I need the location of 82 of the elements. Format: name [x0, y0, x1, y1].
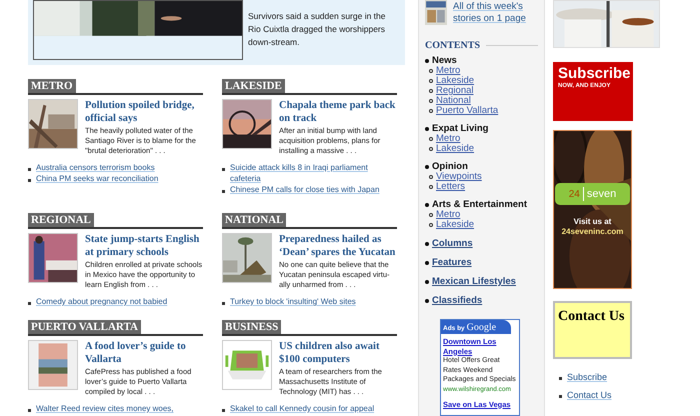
section-title: METRO	[28, 79, 76, 93]
contents-link[interactable]: Letters	[436, 182, 466, 192]
weekly-stories-link[interactable]: All of this week's stories on 1 page	[453, 1, 538, 25]
news-link[interactable]: Suicide attack kills 8 in Iraqi parliament cafeteria	[230, 162, 397, 184]
contents-link[interactable]: Classifieds	[432, 295, 482, 306]
bullet-icon	[429, 137, 433, 141]
news-link[interactable]: Comedy about pregnancy not babied	[36, 296, 168, 307]
bullet-icon	[429, 147, 433, 151]
bullet-icon	[429, 69, 433, 73]
bullet-icon	[429, 79, 433, 83]
section-title: REGIONAL	[28, 213, 94, 227]
contents-link[interactable]: National	[436, 96, 471, 106]
story-headline[interactable]: Preparedness hailed as ‘Dean’ spares the Yucatan	[279, 233, 397, 259]
bullet-icon	[425, 164, 429, 168]
story-headline[interactable]: State jump-starts English at primary schools	[85, 233, 203, 259]
bullet-icon	[429, 109, 433, 113]
bullet-icon	[429, 223, 433, 227]
bullet-icon	[222, 302, 225, 305]
contents-heading: News	[432, 55, 457, 66]
bullet-icon	[429, 89, 433, 93]
contents-link[interactable]: Mexican Lifestyles	[432, 276, 516, 287]
contents-link[interactable]: Features	[432, 257, 472, 268]
footer-link[interactable]: Subscribe	[567, 371, 608, 383]
news-link[interactable]: China PM seeks war reconciliation	[36, 173, 158, 184]
section-title: BUSINESS	[222, 320, 282, 334]
contents-heading: Arts & Entertainment	[432, 199, 528, 210]
story-headline[interactable]: A food lover’s guide to Vallarta	[85, 340, 203, 366]
contents-heading: Opinion	[432, 161, 468, 172]
ad-banner[interactable]: 24 seven Visit us at 24seveninc.com	[553, 130, 632, 289]
bullet-icon	[222, 409, 225, 412]
section-title: PUERTO VALLARTA	[28, 320, 141, 334]
bullet-icon	[559, 377, 562, 380]
contents-link[interactable]: Metro	[436, 66, 460, 76]
bullet-icon	[425, 202, 429, 206]
bullet-icon	[222, 168, 225, 171]
bullet-icon	[425, 260, 429, 264]
contents-link[interactable]: Lakeside	[436, 220, 474, 230]
ad-site: 24seveninc.com	[562, 227, 624, 237]
story-headline[interactable]: Chapala theme park back on track	[279, 99, 397, 125]
section-title: NATIONAL	[222, 213, 286, 227]
contact-title: Contact Us	[558, 309, 624, 324]
logo-word: seven	[586, 186, 616, 202]
feature-summary: Survivors said a sudden surge in the Rio Cuixtla dragged the worshippers down-stream.	[248, 10, 386, 49]
contents-link[interactable]: Lakeside	[436, 76, 474, 86]
news-link[interactable]: Skakel to call Kennedy cousin for appeal	[230, 403, 374, 414]
section-title: LAKESIDE	[222, 79, 285, 93]
bullet-icon	[28, 179, 31, 182]
contents-title: CONTENTS	[425, 39, 480, 53]
contents-heading: Expat Living	[432, 123, 488, 134]
contents-link[interactable]: Puerto Vallarta	[436, 106, 498, 116]
bullet-icon	[429, 175, 433, 179]
bullet-icon	[222, 190, 225, 193]
contents-link[interactable]: Metro	[436, 210, 460, 220]
bullet-icon	[425, 280, 429, 284]
story-headline[interactable]: Pollution spoiled bridge, official says	[85, 99, 203, 125]
subscribe-title: Subscribe	[558, 66, 628, 82]
bullet-icon	[425, 126, 429, 130]
news-link[interactable]: Australia censors terrorism books	[36, 162, 155, 173]
news-link[interactable]: Chinese PM calls for close ties with Japan	[230, 184, 380, 195]
news-link[interactable]: Walter Reed review cites money woes,	[36, 403, 174, 414]
ad-brand: Google	[466, 321, 496, 335]
bullet-icon	[425, 298, 429, 302]
contact-box[interactable]: Contact Us	[553, 301, 632, 359]
contents-link[interactable]: Columns	[432, 238, 473, 249]
news-link[interactable]: Turkey to block 'insulting' Web sites	[230, 296, 356, 307]
contents-link[interactable]: Viewpoints	[436, 172, 482, 182]
ad-tagline: Visit us at	[574, 217, 612, 227]
bullet-icon	[28, 409, 31, 412]
bullet-icon	[429, 213, 433, 217]
footer-link[interactable]: Contact Us	[567, 389, 612, 401]
bullet-icon	[559, 395, 562, 398]
contents-link[interactable]: Regional	[436, 86, 474, 96]
bullet-icon	[429, 185, 433, 189]
bullet-icon	[429, 99, 433, 103]
bullet-icon	[425, 242, 429, 246]
bullet-icon	[28, 168, 31, 171]
story-headline[interactable]: US children also await $100 computers	[279, 340, 397, 366]
bullet-icon	[28, 302, 31, 305]
logo-number: 24	[568, 188, 580, 202]
contents-link[interactable]: Lakeside	[436, 144, 474, 154]
contents-link[interactable]: Metro	[436, 134, 460, 144]
bullet-icon	[425, 58, 429, 62]
